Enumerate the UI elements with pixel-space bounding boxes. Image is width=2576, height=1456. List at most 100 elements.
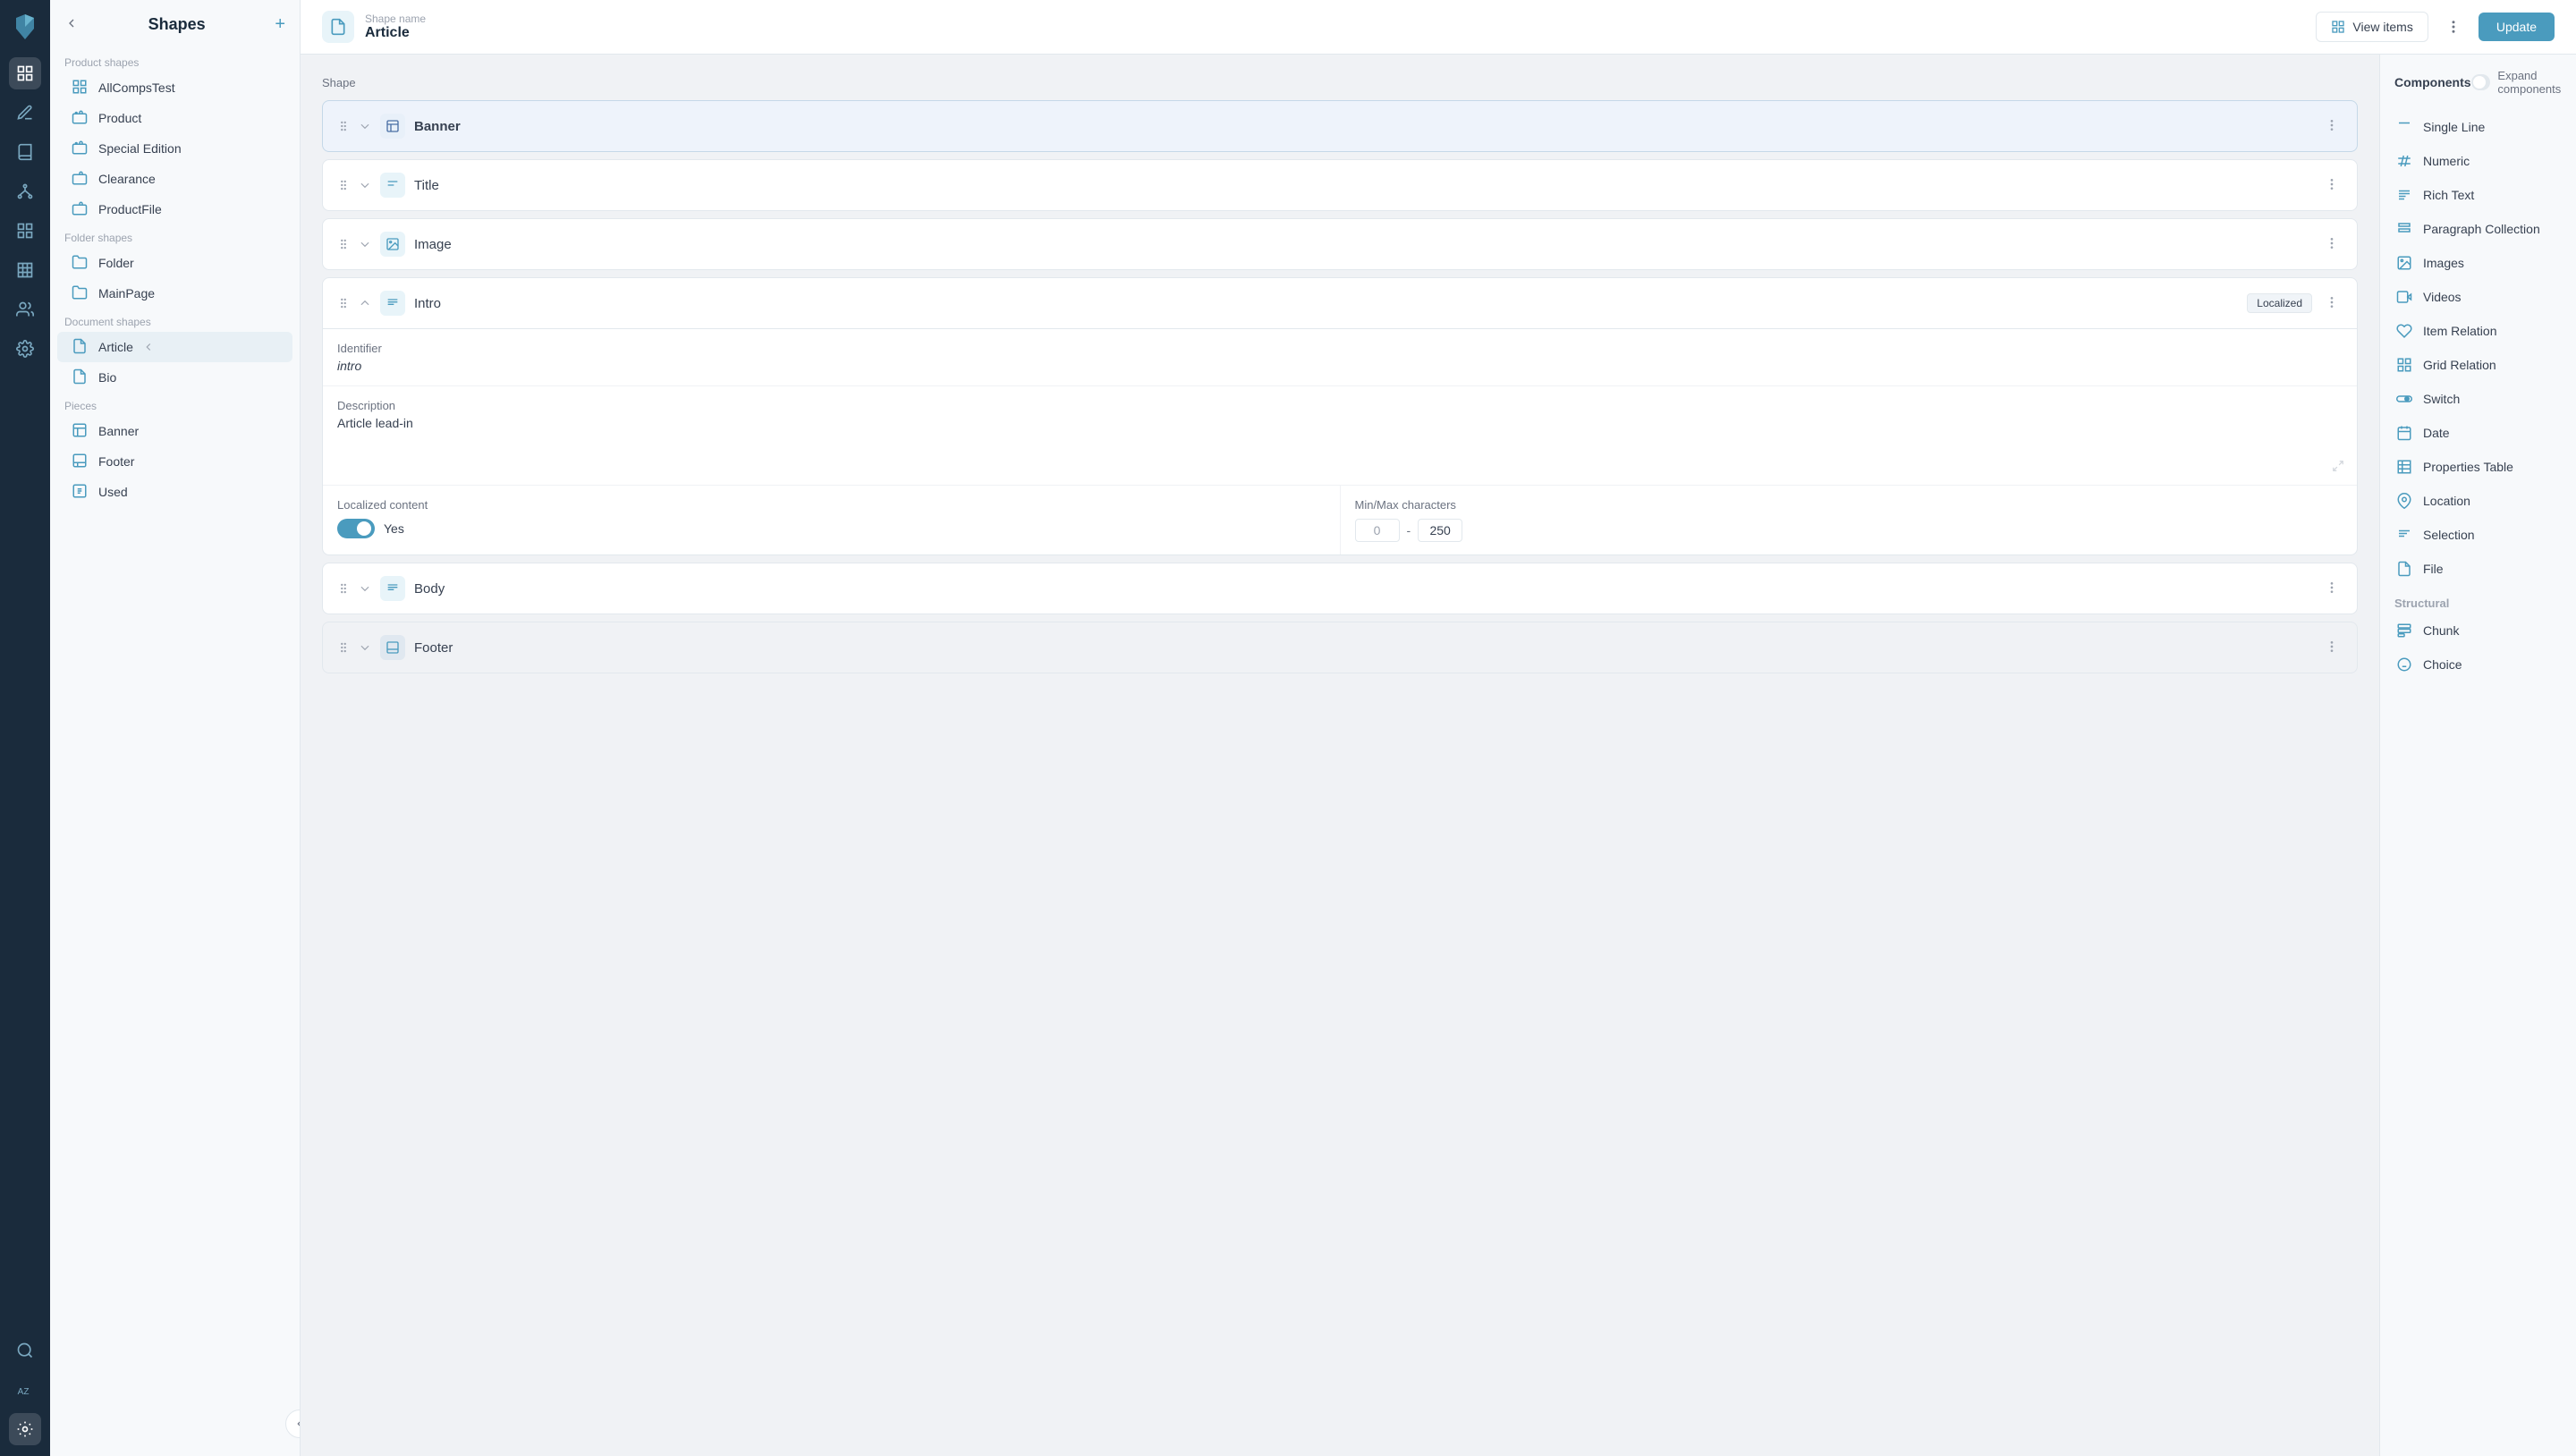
sidebar-title: Shapes (148, 15, 206, 34)
app-logo[interactable] (9, 11, 41, 43)
chevron-body[interactable] (359, 582, 371, 595)
component-choice[interactable]: Choice (2394, 648, 2562, 681)
sidebar-item-folder[interactable]: Folder (57, 248, 292, 278)
intro-row-body: Identifier intro Description Article lea… (323, 328, 2357, 554)
allcompstest-label: AllCompsTest (98, 80, 175, 95)
svg-text:AZ: AZ (18, 1387, 30, 1397)
nav-network[interactable] (9, 175, 41, 207)
chevron-banner[interactable] (359, 120, 371, 132)
sidebar-item-mainpage[interactable]: MainPage (57, 278, 292, 309)
component-selection[interactable]: Selection (2394, 518, 2562, 552)
sidebar-add-button[interactable]: + (275, 14, 285, 35)
component-videos[interactable]: Videos (2394, 280, 2562, 314)
nav-grid[interactable] (9, 215, 41, 247)
component-images[interactable]: Images (2394, 246, 2562, 280)
shape-row-body-header: Body (323, 563, 2357, 614)
nav-table[interactable] (9, 254, 41, 286)
update-button[interactable]: Update (2479, 13, 2555, 41)
top-bar-left: Shape name Article (322, 11, 426, 43)
drag-handle-intro[interactable] (337, 297, 350, 309)
component-switch[interactable]: Switch (2394, 382, 2562, 416)
footer-row-more[interactable] (2321, 636, 2343, 660)
shape-row-banner: Banner (322, 100, 2358, 152)
intro-localized-badge: Localized (2247, 293, 2312, 313)
sidebar-collapse-button[interactable] (285, 1409, 301, 1438)
drag-handle-title[interactable] (337, 179, 350, 191)
component-rich-text[interactable]: Rich Text (2394, 178, 2562, 212)
component-location[interactable]: Location (2394, 484, 2562, 518)
shape-row-title: Title (322, 159, 2358, 211)
sidebar-item-used-piece[interactable]: Used (57, 477, 292, 507)
banner-piece-icon (72, 422, 89, 440)
more-options-button[interactable] (2439, 13, 2468, 41)
description-textarea[interactable]: Article lead-in (337, 416, 2343, 470)
component-file[interactable]: File (2394, 552, 2562, 586)
component-paragraph-collection[interactable]: Paragraph Collection (2394, 212, 2562, 246)
sidebar-item-banner-piece[interactable]: Banner (57, 416, 292, 446)
folder-icon (72, 254, 89, 272)
mainpage-label: MainPage (98, 286, 155, 301)
component-chunk[interactable]: Chunk (2394, 614, 2562, 648)
clearance-icon (72, 170, 89, 188)
min-input[interactable] (1355, 519, 1400, 542)
nav-settings2[interactable] (9, 333, 41, 365)
image-row-more[interactable] (2321, 233, 2343, 257)
expand-toggle-switch[interactable] (2471, 74, 2491, 90)
localized-content-label: Localized content (337, 498, 1326, 512)
sidebar-item-article[interactable]: Article (57, 332, 292, 362)
nav-book[interactable] (9, 136, 41, 168)
nav-search[interactable] (9, 1334, 41, 1367)
body-row-label: Body (414, 581, 2312, 597)
switch-icon (2394, 389, 2414, 409)
view-items-button[interactable]: View items (2316, 12, 2428, 42)
chevron-footer[interactable] (359, 641, 371, 654)
icon-bar: AZ (0, 0, 50, 1456)
paragraph-collection-label: Paragraph Collection (2423, 222, 2540, 236)
sidebar-item-product[interactable]: Product (57, 103, 292, 133)
chevron-intro[interactable] (359, 297, 371, 309)
component-item-relation[interactable]: Item Relation (2394, 314, 2562, 348)
images-icon (2394, 253, 2414, 273)
drag-handle-footer[interactable] (337, 641, 350, 654)
drag-handle-banner[interactable] (337, 120, 350, 132)
nav-az[interactable]: AZ (9, 1374, 41, 1406)
chunk-label: Chunk (2423, 623, 2459, 638)
clearance-label: Clearance (98, 172, 156, 186)
chevron-image[interactable] (359, 238, 371, 250)
sidebar-item-allcompstest[interactable]: AllCompsTest (57, 72, 292, 103)
localized-toggle[interactable] (337, 519, 375, 538)
drag-handle-body[interactable] (337, 582, 350, 595)
title-row-more[interactable] (2321, 174, 2343, 198)
shape-row-footer-header: Footer (323, 622, 2357, 673)
shape-row-intro-header: Intro Localized (323, 278, 2357, 328)
component-single-line[interactable]: Single Line (2394, 110, 2562, 144)
nav-users[interactable] (9, 293, 41, 326)
chevron-title[interactable] (359, 179, 371, 191)
bio-icon (72, 368, 89, 386)
body-row-more[interactable] (2321, 577, 2343, 601)
component-numeric[interactable]: Numeric (2394, 144, 2562, 178)
intro-row-more[interactable] (2321, 292, 2343, 316)
component-grid-relation[interactable]: Grid Relation (2394, 348, 2562, 382)
sidebar-item-clearance[interactable]: Clearance (57, 164, 292, 194)
top-bar: Shape name Article View items Update (301, 0, 2576, 55)
sidebar-item-special-edition[interactable]: Special Edition (57, 133, 292, 164)
localized-toggle-wrapper: Yes (337, 519, 1326, 538)
resize-handle-icon (2332, 460, 2344, 472)
nav-shapes[interactable] (9, 57, 41, 89)
description-field: Description Article lead-in (323, 386, 2357, 486)
sidebar-header: Shapes + (50, 14, 300, 49)
drag-handle-image[interactable] (337, 238, 350, 250)
sidebar-item-bio[interactable]: Bio (57, 362, 292, 393)
banner-row-more[interactable] (2321, 114, 2343, 139)
component-properties-table[interactable]: Properties Table (2394, 450, 2562, 484)
sidebar-back-button[interactable] (64, 16, 79, 33)
nav-gear[interactable] (9, 1413, 41, 1445)
location-label: Location (2423, 494, 2470, 508)
sidebar-item-productfile[interactable]: ProductFile (57, 194, 292, 224)
nav-pencil[interactable] (9, 97, 41, 129)
file-icon (2394, 559, 2414, 579)
component-date[interactable]: Date (2394, 416, 2562, 450)
sidebar-item-footer-piece[interactable]: Footer (57, 446, 292, 477)
selection-label: Selection (2423, 528, 2475, 542)
